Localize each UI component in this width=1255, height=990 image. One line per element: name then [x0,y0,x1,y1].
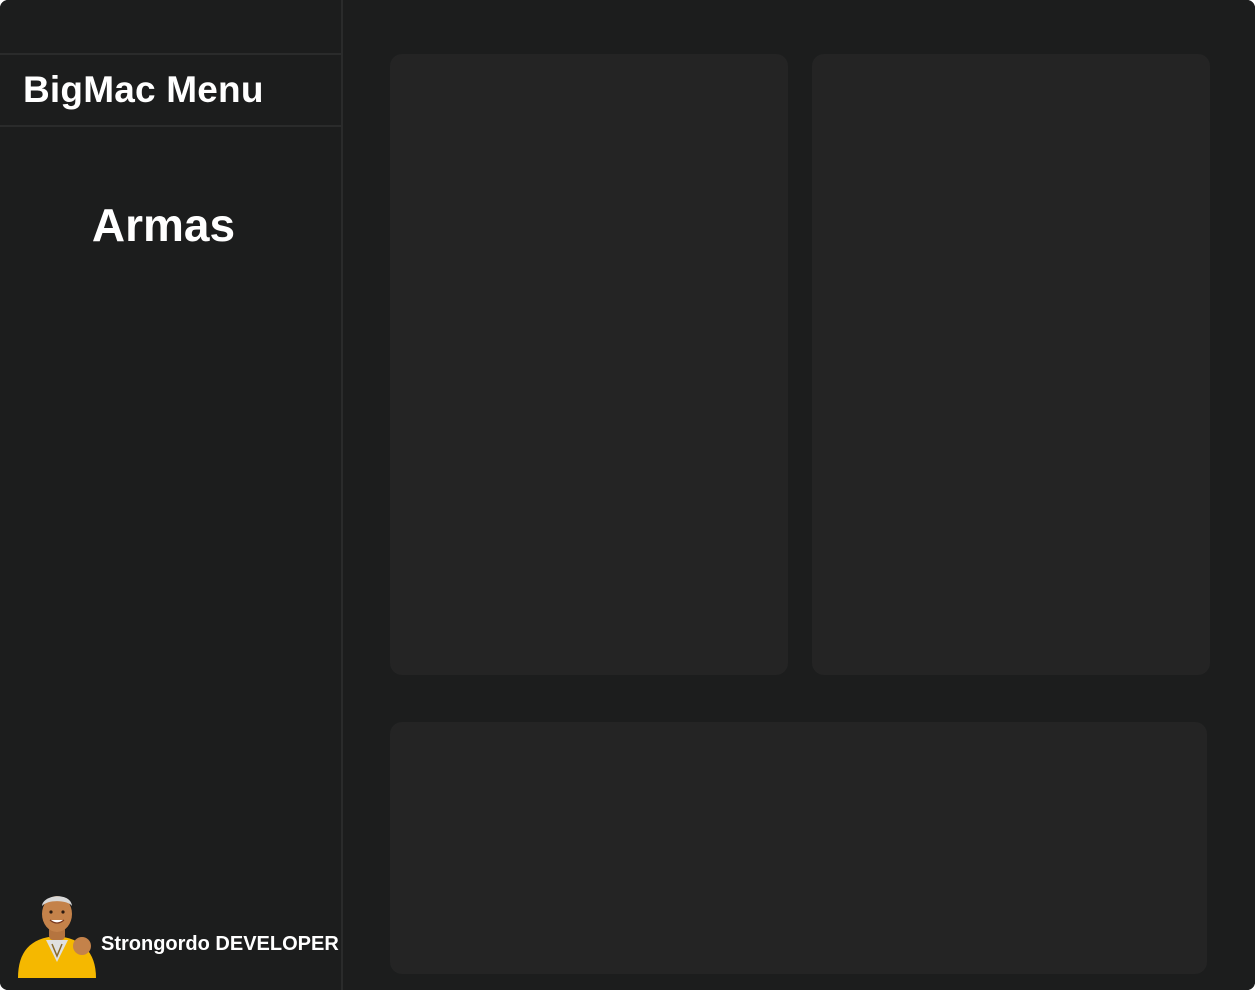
sidebar-top-bar [0,0,341,55]
user-profile: Strongordo DEVELOPER [16,890,339,978]
content-panel-bottom [390,722,1207,974]
user-avatar-icon [18,896,96,978]
main-content [343,0,1255,990]
content-panel-right [812,54,1210,675]
section-title[interactable]: Armas [0,198,327,252]
menu-window: BigMac Menu Armas Strongordo DEVELOPER [0,0,1255,990]
sidebar: BigMac Menu Armas Strongordo DEVELOPER [0,0,343,990]
user-name: Strongordo DEVELOPER [101,932,339,955]
avatar [16,890,98,978]
app-title: BigMac Menu [0,55,341,127]
content-panel-left [390,54,788,675]
